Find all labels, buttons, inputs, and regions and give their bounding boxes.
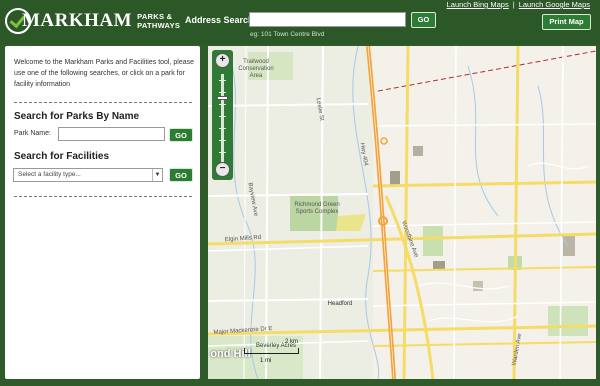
trailwood-label: Trailwood Conservation Area bbox=[238, 59, 274, 79]
park-name-input[interactable] bbox=[58, 127, 165, 141]
scale-mi-label: 1 mi bbox=[260, 358, 272, 364]
logo-subtitle: PARKS & PATHWAYS bbox=[137, 12, 181, 30]
divider bbox=[14, 196, 192, 197]
facility-go-button[interactable]: GO bbox=[169, 168, 193, 182]
richmond-green-label: Richmond Green Sports Complex bbox=[294, 202, 340, 215]
launch-bing-maps-link[interactable]: Launch Bing Maps bbox=[447, 0, 509, 9]
headford-label: Headford bbox=[327, 301, 353, 307]
zoom-tick bbox=[219, 152, 226, 153]
zoom-in-icon[interactable]: + bbox=[215, 53, 230, 68]
zoom-tick bbox=[219, 104, 226, 105]
header-bar: MARKHAM PARKS & PATHWAYS Address Search:… bbox=[0, 0, 600, 44]
park-go-button[interactable]: GO bbox=[169, 128, 193, 142]
logo-word: MARKHAM bbox=[22, 10, 133, 31]
markham-logo[interactable]: MARKHAM PARKS & PATHWAYS bbox=[5, 6, 180, 36]
parks-search-title: Search for Parks By Name bbox=[14, 111, 140, 122]
intro-text: Welcome to the Markham Parks and Facilit… bbox=[14, 59, 195, 88]
print-map-button[interactable]: Print Map bbox=[542, 14, 591, 30]
search-panel: Welcome to the Markham Parks and Facilit… bbox=[5, 46, 200, 379]
map-launch-links: Launch Bing Maps | Launch Google Maps bbox=[447, 0, 590, 9]
zoom-tick bbox=[219, 116, 226, 117]
facility-type-selected: Select a facility type... bbox=[18, 171, 81, 178]
address-example-hint: eg: 101 Town Centre Blvd bbox=[250, 31, 325, 38]
zoom-tick bbox=[219, 128, 226, 129]
divider bbox=[14, 102, 192, 103]
launch-google-maps-link[interactable]: Launch Google Maps bbox=[519, 0, 590, 9]
map-view[interactable]: Trailwood Conservation Area Richmond Gre… bbox=[208, 46, 596, 379]
facilities-search-title: Search for Facilities bbox=[14, 151, 110, 162]
zoom-tick bbox=[219, 92, 226, 93]
zoom-slider-handle[interactable] bbox=[217, 96, 228, 100]
scale-bar: 2 km 1 mi bbox=[244, 339, 304, 369]
scale-km-label: 2 km bbox=[284, 339, 298, 345]
zoom-out-icon[interactable]: − bbox=[215, 162, 230, 177]
zoom-control: + − bbox=[212, 50, 233, 180]
link-separator: | bbox=[512, 0, 515, 9]
zoom-tick bbox=[219, 80, 226, 81]
address-go-button[interactable]: GO bbox=[411, 12, 436, 28]
park-name-label: Park Name: bbox=[14, 130, 51, 137]
address-search-label: Address Search: bbox=[185, 15, 257, 25]
zoom-track[interactable] bbox=[221, 74, 224, 162]
address-search-input[interactable] bbox=[249, 12, 406, 27]
scale-line bbox=[244, 348, 299, 354]
facility-type-select[interactable]: Select a facility type... ▼ bbox=[13, 168, 163, 182]
chevron-down-icon: ▼ bbox=[152, 169, 162, 181]
zoom-tick bbox=[219, 140, 226, 141]
